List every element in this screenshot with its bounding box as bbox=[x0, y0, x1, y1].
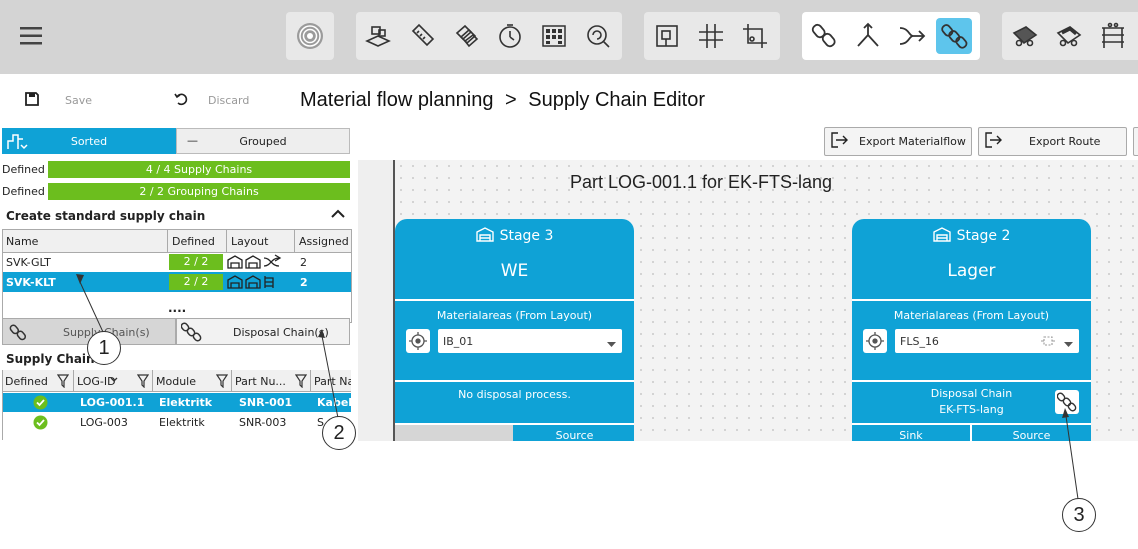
callout-1: 1 bbox=[87, 331, 121, 365]
callout-3: 3 bbox=[1062, 498, 1096, 532]
callout-lines bbox=[76, 274, 1079, 500]
callout-2: 2 bbox=[322, 416, 356, 450]
